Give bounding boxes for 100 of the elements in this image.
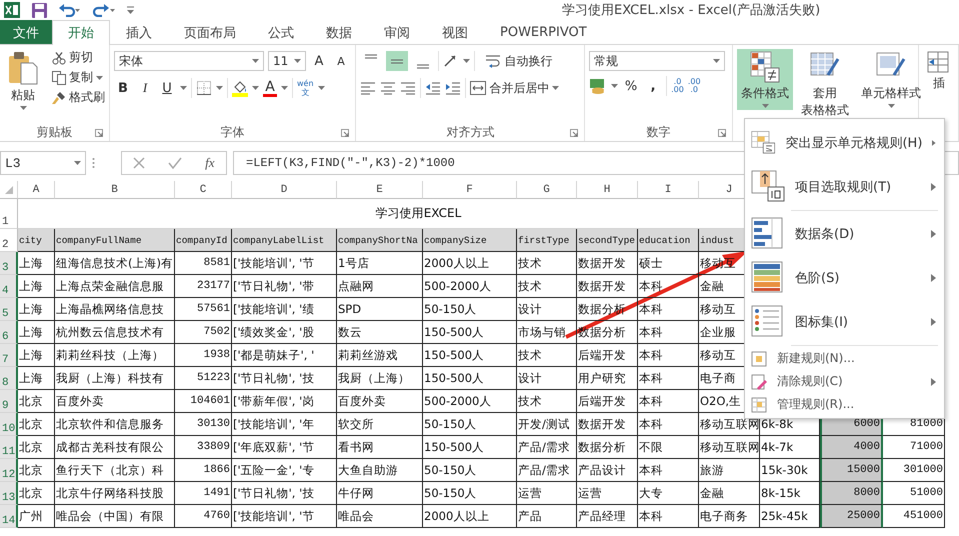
column-header[interactable]: D (232, 181, 337, 199)
save-icon[interactable] (32, 2, 47, 18)
row-header[interactable]: 7 (0, 344, 18, 367)
row-header[interactable]: 13 (0, 482, 18, 505)
increase-decimal-button[interactable]: .0 .00 (671, 78, 684, 94)
table-cell: 北京 (18, 482, 55, 505)
ribbon-tab[interactable]: 公式 (252, 20, 310, 44)
caret-icon[interactable] (252, 59, 259, 63)
insert-button[interactable]: 插 (923, 49, 956, 94)
caret-icon[interactable] (216, 86, 223, 90)
caret-icon[interactable] (552, 86, 560, 90)
row-header[interactable]: 5 (0, 298, 18, 321)
cancel-icon[interactable] (133, 157, 146, 169)
align-center-icon[interactable] (380, 81, 396, 95)
column-header[interactable]: B (55, 181, 175, 199)
customize-icon[interactable] (127, 6, 134, 14)
align-right-icon[interactable] (400, 81, 416, 95)
table-cell: 技术 (517, 252, 577, 275)
copy-button[interactable]: 复制 (52, 69, 105, 86)
ribbon-tab[interactable]: 视图 (426, 20, 484, 44)
caret-icon[interactable] (96, 76, 103, 80)
column-header[interactable]: C (175, 181, 232, 199)
table-cell: 500-2000人 (423, 275, 517, 298)
row-header[interactable]: 9 (0, 390, 18, 413)
spreadsheet-logo-icon[interactable] (4, 2, 20, 18)
paste-button[interactable]: 粘贴 (4, 49, 42, 112)
decrease-decimal-button[interactable]: .00 .0 (688, 78, 701, 94)
border-icon[interactable] (196, 80, 212, 96)
underline-button[interactable]: U (158, 78, 176, 98)
row-header[interactable]: 10 (0, 413, 18, 436)
caret-icon[interactable] (252, 86, 259, 90)
ribbon-tab[interactable]: 插入 (110, 20, 168, 44)
shrink-font-button[interactable]: A (332, 51, 350, 71)
table-cell: 本科 (638, 413, 699, 436)
caret-icon[interactable] (20, 106, 26, 110)
row-header[interactable]: 1 (0, 199, 18, 229)
dialog-launcher-icon[interactable] (341, 129, 350, 137)
caret-icon[interactable] (281, 86, 288, 90)
number-format-field[interactable]: 常规 (589, 51, 726, 71)
fill-color-icon[interactable] (232, 80, 248, 96)
increase-indent-icon[interactable] (445, 81, 462, 95)
align-left-icon[interactable] (360, 81, 376, 95)
row-header[interactable]: 3 (0, 252, 18, 275)
table-cell: 产品/需求 (517, 459, 577, 482)
undo-icon[interactable] (59, 3, 81, 17)
column-header[interactable]: I (638, 181, 699, 199)
font-name-field[interactable]: 宋体 (114, 51, 264, 71)
ribbon-tab[interactable]: 页面布局 (168, 20, 252, 44)
caret-icon[interactable] (713, 59, 720, 63)
ribbon-tab[interactable]: 审阅 (368, 20, 426, 44)
merge-center-button[interactable]: 合并后居中 (470, 80, 560, 96)
dialog-launcher-icon[interactable] (718, 129, 726, 137)
caret-icon[interactable] (318, 86, 325, 90)
dialog-launcher-icon[interactable] (570, 129, 578, 137)
conditional-format-button[interactable]: 条件格式 (737, 49, 794, 110)
phonetic-button[interactable]: wén 文 (297, 79, 314, 97)
cut-button[interactable]: 剪切 (52, 49, 105, 66)
grow-font-button[interactable]: A (310, 51, 328, 71)
ribbon-tab[interactable]: 数据 (310, 20, 368, 44)
row-header[interactable]: 14 (0, 505, 18, 528)
column-header[interactable]: H (577, 181, 638, 199)
wrap-text-button[interactable]: 自动换行 (485, 52, 552, 70)
row-header[interactable]: 4 (0, 275, 18, 298)
cell-styles-button[interactable]: 单元格样式 (857, 49, 926, 110)
name-box[interactable]: L3 (0, 151, 86, 175)
table-cell: 2000人以上 (423, 505, 517, 528)
row-header[interactable]: 12 (0, 459, 18, 482)
percent-button[interactable]: % (622, 76, 640, 96)
column-header[interactable]: E (337, 181, 423, 199)
row-header[interactable]: 8 (0, 367, 18, 390)
caret-icon[interactable] (180, 86, 187, 90)
redo-icon[interactable] (93, 3, 115, 17)
ribbon-tab[interactable]: 开始 (52, 20, 110, 45)
caret-icon[interactable] (463, 59, 470, 63)
table-cell: ['都是萌妹子', ' (232, 344, 337, 367)
font-color-button[interactable]: A (263, 80, 277, 96)
caret-icon[interactable] (74, 161, 81, 165)
dialog-launcher-icon[interactable] (95, 129, 103, 137)
icon-sets-icon (751, 305, 785, 339)
column-header[interactable]: A (18, 181, 55, 199)
font-size-field[interactable]: 11 (268, 51, 306, 71)
bold-button[interactable]: B (114, 78, 132, 98)
column-header[interactable]: G (517, 181, 577, 199)
row-header[interactable]: 6 (0, 321, 18, 344)
file-tab[interactable]: 文件 (0, 20, 52, 44)
table-cell: 设计 (517, 298, 577, 321)
ribbon-tab[interactable]: POWERPIVOT (484, 20, 603, 44)
comma-button[interactable]: , (644, 76, 662, 96)
caret-icon[interactable] (762, 104, 769, 108)
format-painter-button[interactable]: 格式刷 (52, 89, 105, 106)
italic-button[interactable]: I (136, 78, 154, 98)
caret-icon[interactable] (611, 84, 618, 88)
column-header[interactable]: F (423, 181, 517, 199)
table-cell: 我厨（上海）科技有 (55, 367, 175, 390)
caret-icon[interactable] (888, 104, 895, 108)
decrease-indent-icon[interactable] (425, 81, 442, 95)
enter-icon[interactable] (168, 157, 182, 169)
insert-function-button[interactable]: fx (205, 155, 215, 171)
row-header[interactable]: 11 (0, 436, 18, 459)
caret-icon[interactable] (294, 59, 301, 63)
